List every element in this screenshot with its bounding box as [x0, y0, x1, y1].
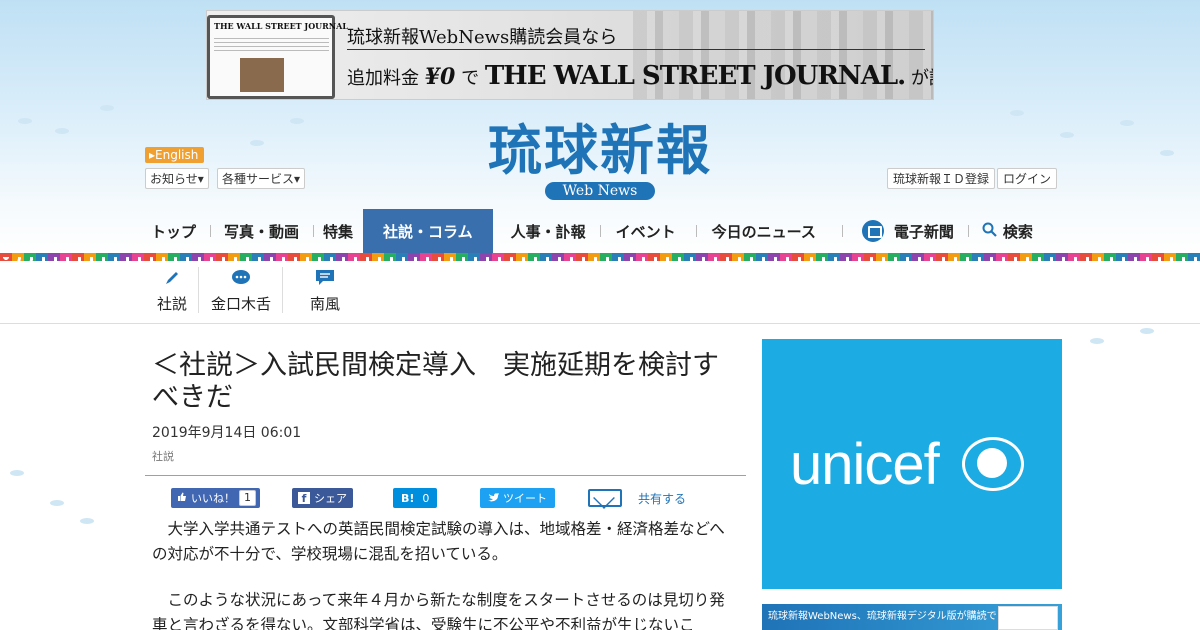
nav-features[interactable]: 特集: [313, 209, 363, 253]
notices-dropdown[interactable]: お知らせ▾: [145, 168, 209, 189]
hatena-count: 0: [422, 491, 430, 505]
laptop-text-lines: [214, 38, 329, 54]
ad-divider: [347, 49, 925, 50]
english-button[interactable]: ▸English: [145, 147, 205, 163]
e-paper-icon: [861, 220, 884, 242]
nav-e-paper[interactable]: 電子新聞: [841, 209, 968, 253]
envelope-icon: [588, 489, 622, 507]
search-icon: [982, 222, 997, 241]
screenshot-thumbnail: [998, 606, 1058, 630]
tweet-label: ツイート: [503, 492, 547, 505]
ad-offer-price: ¥0: [424, 64, 456, 90]
subnav-editorial-label: 社説: [156, 295, 187, 313]
subnav-kinkuchi-label: 金口木舌: [210, 295, 271, 313]
nav-editorials-columns[interactable]: 社説・コラム: [363, 209, 493, 253]
ad-headline: 琉球新報WebNews購読会員なら: [347, 27, 618, 48]
article-paragraph: このような状況にあって来年４月から新たな制度をスタートさせるのは見切り発車と言わ…: [152, 591, 725, 630]
fish-decoration: [100, 105, 114, 111]
nav-top[interactable]: トップ: [145, 209, 210, 253]
nav-e-paper-label: 電子新聞: [893, 222, 954, 241]
ad-brand: THE WALL STREET JOURNAL.: [484, 61, 906, 91]
fish-decoration: [1120, 120, 1134, 126]
logo-subtitle: Web News: [544, 182, 656, 200]
twitter-bird-icon: [488, 492, 499, 505]
fish-decoration: [1160, 150, 1174, 156]
caret-down-icon: ▾: [197, 172, 204, 186]
nav-personnel-obituaries[interactable]: 人事・訃報: [493, 209, 600, 253]
subnav-divider: [0, 323, 1200, 324]
login-link[interactable]: ログイン: [997, 168, 1058, 189]
subnav-haebaru[interactable]: 南風: [283, 265, 367, 320]
mail-share-button[interactable]: 共有する: [588, 486, 686, 510]
article-title: ＜社説＞入試民間検定導入 実施延期を検討すべきだ: [152, 350, 719, 413]
fish-decoration: [18, 118, 32, 124]
wsj-ad-banner[interactable]: THE WALL STREET JOURNAL 琉球新報WebNews購読会員な…: [206, 10, 934, 100]
english-label: English: [155, 148, 199, 162]
nav-search-label: 検索: [1002, 222, 1033, 241]
facebook-like-button[interactable]: いいね！ 1: [171, 488, 260, 508]
subnav-kinkuchi-bokuzetsu[interactable]: 金口木舌: [199, 265, 283, 320]
mail-share-label: 共有する: [638, 491, 687, 506]
fish-decoration: [250, 140, 264, 146]
facebook-icon: f: [298, 492, 310, 505]
fish-decoration: [290, 118, 304, 124]
register-link[interactable]: 琉球新報ＩＤ登録: [887, 168, 996, 189]
unicef-wordmark: unicef: [790, 432, 940, 497]
hatena-bookmark-button[interactable]: B! 0: [393, 488, 438, 508]
site-logo[interactable]: 琉球新報 Web News: [440, 120, 760, 206]
nav-todays-news[interactable]: 今日のニュース: [695, 209, 842, 253]
logo-text: 琉球新報: [488, 118, 712, 182]
webnews-subscription-ad[interactable]: 琉球新報WebNews、琉球新報デジタル版が購読できる: [762, 604, 1062, 630]
fish-decoration: [55, 128, 69, 134]
like-count: 1: [239, 490, 256, 506]
services-dropdown[interactable]: 各種サービス▾: [217, 168, 306, 189]
fish-decoration: [1140, 328, 1154, 334]
unicef-emblem-icon: [962, 437, 1024, 491]
like-label: いいね！: [191, 492, 235, 505]
nav-events[interactable]: イベント: [599, 209, 696, 253]
tweet-button[interactable]: ツイート: [480, 488, 555, 508]
article-paragraph: 大学入学共通テストへの英語民間検定試験の導入は、地域格差・経済格差などへの対応が…: [152, 520, 725, 563]
laptop-photo: [240, 58, 284, 92]
article-date: 2019年9月14日 06:01: [152, 425, 302, 441]
hatena-icon: B!: [401, 491, 415, 505]
pen-icon: [162, 269, 182, 287]
fb-share-label: シェア: [314, 492, 347, 505]
speech-bubble-icon: [231, 269, 251, 287]
laptop-image: THE WALL STREET JOURNAL: [207, 15, 348, 99]
caret-down-icon: ▾: [294, 172, 301, 186]
fish-decoration: [50, 500, 64, 506]
unicef-ad[interactable]: unicef: [762, 339, 1062, 589]
laptop-masthead: THE WALL STREET JOURNAL: [214, 21, 348, 31]
sub-nav: 社説 金口木舌 南風: [145, 265, 367, 320]
fish-decoration: [80, 518, 94, 524]
services-label: 各種サービス: [222, 172, 295, 186]
article-category[interactable]: 社説: [152, 448, 174, 464]
ad-offer: 追加料金 ¥0 で THE WALL STREET JOURNAL. が読める: [347, 61, 933, 91]
comment-icon: [315, 269, 335, 287]
nav-search[interactable]: 検索: [967, 209, 1047, 253]
subnav-editorial[interactable]: 社説: [145, 265, 199, 320]
decorative-wave-pattern: [0, 257, 1200, 261]
nav-photo-video[interactable]: 写真・動画: [210, 209, 313, 253]
thumbs-up-icon: [177, 492, 187, 505]
fish-decoration: [10, 470, 24, 476]
fish-decoration: [1090, 338, 1104, 344]
facebook-share-button[interactable]: f シェア: [292, 488, 353, 508]
ad-offer-mid: で: [461, 68, 480, 89]
webnews-ad-text: 琉球新報WebNews、琉球新報デジタル版が購読できる: [768, 611, 1017, 622]
fish-decoration: [1010, 110, 1024, 116]
ad-offer-prefix: 追加料金: [347, 68, 419, 89]
article-divider: [145, 475, 746, 476]
subnav-haebaru-label: 南風: [309, 295, 340, 313]
main-nav: トップ 写真・動画 特集 社説・コラム 人事・訃報 イベント 今日のニュース 電…: [145, 209, 1047, 253]
notices-label: お知らせ: [150, 172, 198, 186]
ad-offer-suffix: が読める: [910, 68, 933, 89]
fish-decoration: [1060, 132, 1074, 138]
